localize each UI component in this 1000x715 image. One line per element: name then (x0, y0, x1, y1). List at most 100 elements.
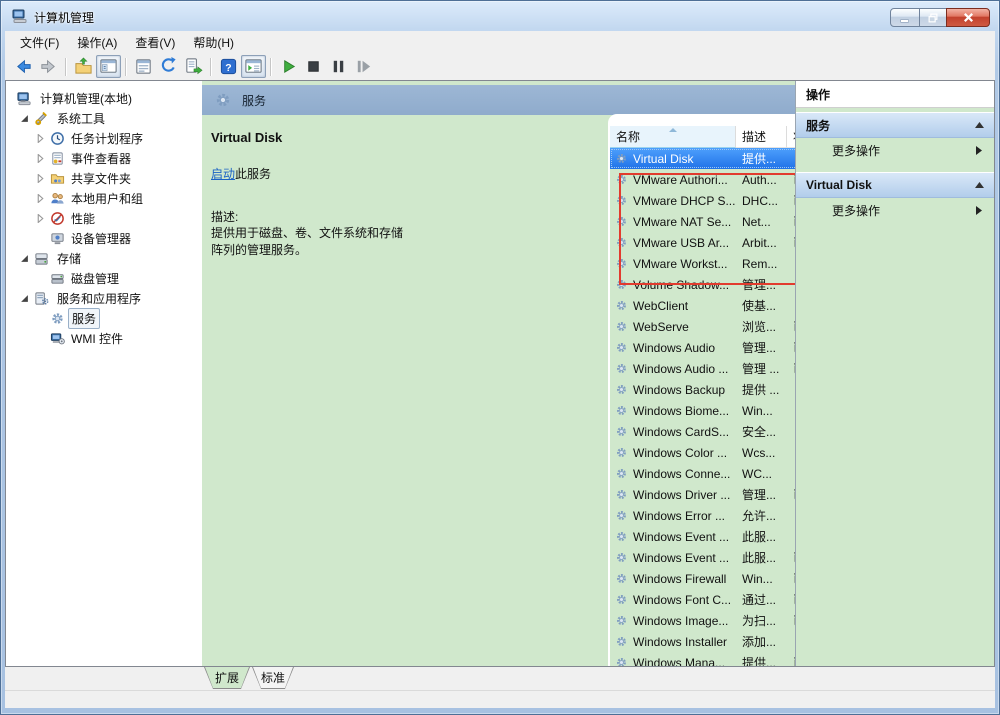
pause-service-button[interactable] (326, 55, 351, 78)
service-row-Windows Installer[interactable]: Windows Installer添加...自动本地系统 (610, 631, 795, 652)
tree-item-性能[interactable]: 性能 (6, 208, 202, 228)
back-button[interactable] (11, 55, 36, 78)
show-action-pane-button[interactable] (241, 55, 266, 78)
service-row-VMware USB Ar...[interactable]: VMware USB Ar...Arbit...已启动自动本地系统 (610, 232, 795, 253)
service-row-Windows Firewall[interactable]: Windows FirewallWin...已启动自动本地服务 (610, 568, 795, 589)
stop-service-button[interactable] (301, 55, 326, 78)
menu-item-1[interactable]: 操作(A) (68, 31, 126, 54)
column-header-status[interactable]: 状态 (787, 126, 795, 148)
column-header-label: 名称 (616, 128, 640, 145)
tree-item-服务[interactable]: 服务 (6, 308, 202, 328)
expand-arrow-icon[interactable] (36, 214, 45, 223)
tree-item-label[interactable]: 磁盘管理 (68, 269, 122, 288)
service-row-VMware Authori...[interactable]: VMware Authori...Auth...已启动自动本地系统 (610, 169, 795, 190)
tab-标准[interactable]: 标准 (252, 667, 294, 689)
collapse-arrow-icon[interactable] (20, 254, 29, 263)
tree-item-WMI 控件[interactable]: WMI 控件 (6, 328, 202, 348)
expand-arrow-icon[interactable] (36, 174, 45, 183)
cell-name: Virtual Disk (633, 152, 693, 166)
tree-item-事件查看器[interactable]: 事件查看器 (6, 148, 202, 168)
column-header-desc[interactable]: 描述 (736, 126, 787, 148)
more-actions-item[interactable]: 更多操作 (796, 138, 994, 162)
start-service-button[interactable] (276, 55, 301, 78)
tree-item-任务计划程序[interactable]: 任务计划程序 (6, 128, 202, 148)
submenu-arrow-icon (976, 146, 982, 155)
menu-item-3[interactable]: 帮助(H) (184, 31, 243, 54)
actions-section-服务[interactable]: 服务 (796, 112, 994, 138)
tree-item-label[interactable]: WMI 控件 (68, 329, 126, 348)
tree-item-label[interactable]: 共享文件夹 (68, 169, 134, 188)
tree-item-设备管理器[interactable]: 设备管理器 (6, 228, 202, 248)
title-bar[interactable]: 计算机管理 (1, 1, 999, 31)
tree-item-本地用户和组[interactable]: 本地用户和组 (6, 188, 202, 208)
service-row-WebServe[interactable]: WebServe浏览...已启动自动本地系统 (610, 316, 795, 337)
menu-item-0[interactable]: 文件(F) (11, 31, 68, 54)
tree-item-label[interactable]: 性能 (68, 209, 98, 228)
service-row-Windows Color ...[interactable]: Windows Color ...Wcs...手动本地服务 (610, 442, 795, 463)
collapse-section-icon[interactable] (975, 182, 984, 188)
column-header-name[interactable]: 名称 (610, 126, 736, 148)
service-row-VMware NAT Se...[interactable]: VMware NAT Se...Net...已启动自动本地系统 (610, 211, 795, 232)
export-list-button[interactable] (181, 55, 206, 78)
minimize-button[interactable] (890, 8, 920, 27)
service-row-VMware DHCP S...[interactable]: VMware DHCP S...DHC...已启动自动本地系统 (610, 190, 795, 211)
folder-up-button[interactable] (71, 55, 96, 78)
tree-item-服务和应用程序[interactable]: 服务和应用程序 (6, 288, 202, 308)
service-row-Windows Image...[interactable]: Windows Image...为扫...已启动自动本地服务 (610, 610, 795, 631)
expand-arrow-icon[interactable] (36, 194, 45, 203)
start-service-link[interactable]: 启动 (211, 167, 235, 181)
tree-item-label[interactable]: 存储 (54, 249, 84, 268)
expand-arrow-icon[interactable] (36, 154, 45, 163)
service-row-Virtual Disk[interactable]: Virtual Disk提供...手动本地系统 (610, 148, 795, 169)
tree-item-磁盘管理[interactable]: 磁盘管理 (6, 268, 202, 288)
forward-button[interactable] (36, 55, 61, 78)
service-row-Windows CardS...[interactable]: Windows CardS...安全...手动本地系统 (610, 421, 795, 442)
window-title: 计算机管理 (34, 9, 94, 26)
tree-item-label[interactable]: 设备管理器 (68, 229, 134, 248)
service-row-Windows Error ...[interactable]: Windows Error ...允许...手动本地系统 (610, 505, 795, 526)
service-row-Windows Driver ...[interactable]: Windows Driver ...管理...已启动自动本地系统 (610, 484, 795, 505)
service-row-VMware Workst...[interactable]: VMware Workst...Rem...自动本地系统 (610, 253, 795, 274)
service-row-Windows Mana...[interactable]: Windows Mana...提供...已启动自动本地系统 (610, 652, 795, 666)
selected-service-name: Virtual Disk (211, 130, 282, 145)
expand-arrow-icon[interactable] (36, 134, 45, 143)
cell-desc: 提供... (742, 150, 776, 167)
service-row-Volume Shadow...[interactable]: Volume Shadow...管理...手动本地系统 (610, 274, 795, 295)
service-row-Windows Event ...[interactable]: Windows Event ...此服...已启动自动本地服务 (610, 547, 795, 568)
tree-item-label[interactable]: 系统工具 (54, 109, 108, 128)
more-actions-item[interactable]: 更多操作 (796, 198, 994, 222)
restart-service-button[interactable] (351, 55, 376, 78)
collapse-section-icon[interactable] (975, 122, 984, 128)
service-row-Windows Audio[interactable]: Windows Audio管理...已启动自动本地服务 (610, 337, 795, 358)
restore-button[interactable] (919, 8, 947, 27)
help-button[interactable]: ? (216, 55, 241, 78)
tree-item-系统工具[interactable]: 系统工具 (6, 108, 202, 128)
tree-item-label[interactable]: 计算机管理(本地) (37, 89, 135, 108)
collapse-arrow-icon[interactable] (20, 294, 29, 303)
tree-item-label[interactable]: 服务 (68, 308, 100, 329)
tree-item-存储[interactable]: 存储 (6, 248, 202, 268)
show-console-tree-button[interactable] (96, 55, 121, 78)
tree-item-计算机管理(本地)[interactable]: 计算机管理(本地) (6, 88, 202, 108)
properties-button[interactable] (131, 55, 156, 78)
service-row-Windows Backup[interactable]: Windows Backup提供 ...手动本地系统 (610, 379, 795, 400)
tree-item-label[interactable]: 事件查看器 (68, 149, 134, 168)
refresh-button[interactable] (156, 55, 181, 78)
cell-desc: 管理... (742, 339, 776, 356)
tree-item-label[interactable]: 任务计划程序 (68, 129, 146, 148)
close-button[interactable] (946, 8, 990, 27)
collapse-arrow-icon[interactable] (20, 114, 29, 123)
service-row-Windows Conne...[interactable]: Windows Conne...WC...手动本地服务 (610, 463, 795, 484)
service-row-Windows Audio ...[interactable]: Windows Audio ...管理 ...已启动自动本地系统 (610, 358, 795, 379)
tree-item-共享文件夹[interactable]: 共享文件夹 (6, 168, 202, 188)
menu-item-2[interactable]: 查看(V) (126, 31, 184, 54)
service-row-Windows Event ...[interactable]: Windows Event ...此服...手动网络服务 (610, 526, 795, 547)
service-row-Windows Font C...[interactable]: Windows Font C...通过...已启动自动(延迟...本地服务 (610, 589, 795, 610)
service-row-Windows Biome...[interactable]: Windows Biome...Win...手动本地系统 (610, 400, 795, 421)
tree-item-label[interactable]: 本地用户和组 (68, 189, 146, 208)
cell-desc: 安全... (742, 423, 776, 440)
actions-section-Virtual Disk[interactable]: Virtual Disk (796, 172, 994, 198)
service-row-WebClient[interactable]: WebClient使基...手动本地服务 (610, 295, 795, 316)
tab-扩展[interactable]: 扩展 (204, 667, 250, 689)
tree-item-label[interactable]: 服务和应用程序 (54, 289, 144, 308)
